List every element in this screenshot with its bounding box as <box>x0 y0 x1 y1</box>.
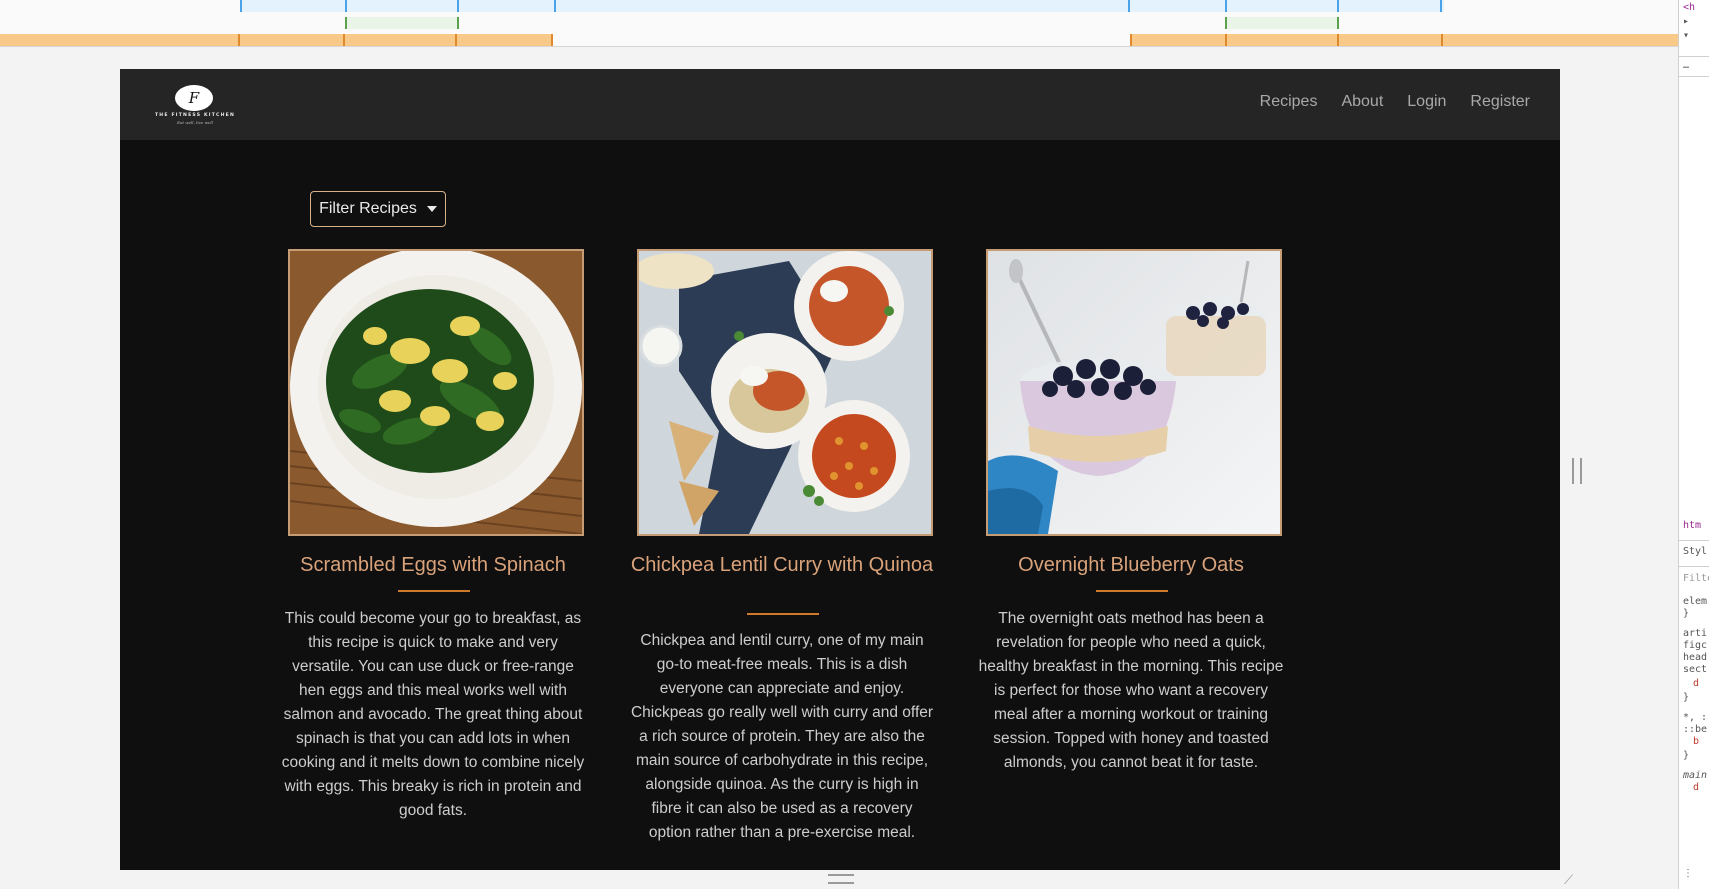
chickpea-curry-bowls-image <box>639 251 931 534</box>
ruler-band-padding <box>345 17 459 29</box>
blueberry-oats-jars-image <box>988 251 1280 534</box>
ruler-tick <box>1440 0 1442 12</box>
title-underline <box>747 613 819 615</box>
devtools-divider <box>1679 566 1709 567</box>
ruler-tick <box>1337 17 1339 29</box>
logo-tagline: Eat well, live well <box>177 120 213 125</box>
ruler-band-content <box>1130 34 1680 46</box>
recipe-description: This could become your go to breakfast, … <box>281 610 585 819</box>
devtools-divider <box>1679 76 1709 77</box>
nav-links: Recipes About Login Register <box>1260 93 1530 111</box>
nav-link-login[interactable]: Login <box>1407 93 1446 111</box>
filter-recipes-button[interactable]: Filter Recipes <box>310 191 446 227</box>
devtools-filter-input[interactable]: Filte <box>1683 573 1709 584</box>
ruler-band-margin <box>240 0 1444 12</box>
devtools-row: figc <box>1683 640 1708 651</box>
ruler-band-content <box>0 34 553 46</box>
devtools-row[interactable]: ▸ <box>1683 16 1689 27</box>
ruler-tick <box>457 0 459 12</box>
devtools-kebab-icon[interactable]: ⋮ <box>1683 868 1693 879</box>
recipe-image-overnight-oats[interactable] <box>986 249 1282 536</box>
devtools-divider <box>1679 56 1709 57</box>
devtools-styles-tab[interactable]: Styl <box>1683 546 1707 557</box>
ruler-tick <box>1128 0 1130 12</box>
devtools-breadcrumb[interactable]: htm <box>1683 520 1701 531</box>
title-underline <box>398 590 470 592</box>
ruler-tick <box>1225 34 1227 46</box>
viewport-resize-handle-right[interactable] <box>1572 458 1582 484</box>
recipe-title[interactable]: Chickpea Lentil Curry with Quinoa <box>629 553 935 577</box>
ruler-tick <box>1130 34 1132 46</box>
recipe-title[interactable]: Overnight Blueberry Oats <box>978 553 1284 577</box>
ruler-tick <box>1337 34 1339 46</box>
logo-brand-text: THE FITNESS KITCHEN <box>154 113 236 118</box>
devtools-row: elem <box>1683 596 1708 607</box>
devtools-row: ::be <box>1683 724 1708 735</box>
devtools-row[interactable]: <h <box>1683 2 1695 13</box>
nav-link-register[interactable]: Register <box>1470 93 1530 111</box>
devtools-row: b <box>1693 736 1700 747</box>
ruler-tick <box>238 34 240 46</box>
devtools-row: sect <box>1683 664 1708 675</box>
devtools-panel: <h ▸ ▾ … htm Styl Filte elem } arti figc… <box>1678 0 1709 889</box>
devtools-row: arti <box>1683 628 1708 639</box>
ruler-tick <box>551 34 553 46</box>
recipe-image-chickpea-curry[interactable] <box>637 249 933 536</box>
ruler-tick <box>345 0 347 12</box>
navbar: F THE FITNESS KITCHEN Eat well, live wel… <box>120 69 1560 140</box>
caret-down-icon <box>426 206 437 212</box>
devtools-divider <box>1679 540 1709 541</box>
devtools-row: *, : <box>1683 712 1708 723</box>
devtools-row: } <box>1683 692 1690 703</box>
ruler-tick <box>457 17 459 29</box>
devtools-more-icon[interactable]: … <box>1683 60 1689 71</box>
ruler-tick <box>455 34 457 46</box>
devtools-row: main <box>1683 770 1708 781</box>
devtools-row[interactable]: ▾ <box>1683 30 1689 41</box>
ruler-tick <box>554 0 556 12</box>
viewport-resize-handle-bottom[interactable] <box>828 874 854 884</box>
recipe-description: The overnight oats method has been a rev… <box>978 610 1284 771</box>
page-viewport: F THE FITNESS KITCHEN Eat well, live wel… <box>120 69 1560 870</box>
devtools-row: d <box>1693 782 1700 793</box>
devtools-row: } <box>1683 750 1690 761</box>
nav-link-recipes[interactable]: Recipes <box>1260 93 1318 111</box>
ruler-tick <box>1225 0 1227 12</box>
devtools-row: } <box>1683 608 1690 619</box>
recipe-description: Chickpea and lentil curry, one of my mai… <box>630 632 934 841</box>
plate-of-eggs-and-spinach-image <box>290 251 582 534</box>
devtools-row: head <box>1683 652 1708 663</box>
nav-link-about[interactable]: About <box>1341 93 1383 111</box>
ruler-tick <box>1337 0 1339 12</box>
devtools-ruler <box>0 0 1680 47</box>
logo-mark: F <box>175 85 213 111</box>
title-underline <box>1096 590 1168 592</box>
viewport-resize-corner-icon[interactable]: ⟋ <box>1564 873 1573 888</box>
recipe-image-scrambled-eggs[interactable] <box>288 249 584 536</box>
site-logo[interactable]: F THE FITNESS KITCHEN Eat well, live wel… <box>142 85 248 125</box>
ruler-tick <box>343 34 345 46</box>
ruler-band-padding <box>1225 17 1339 29</box>
devtools-row: d <box>1693 678 1700 689</box>
filter-recipes-label: Filter Recipes <box>319 200 417 217</box>
recipe-title[interactable]: Scrambled Eggs with Spinach <box>280 553 586 577</box>
ruler-tick <box>1441 34 1443 46</box>
